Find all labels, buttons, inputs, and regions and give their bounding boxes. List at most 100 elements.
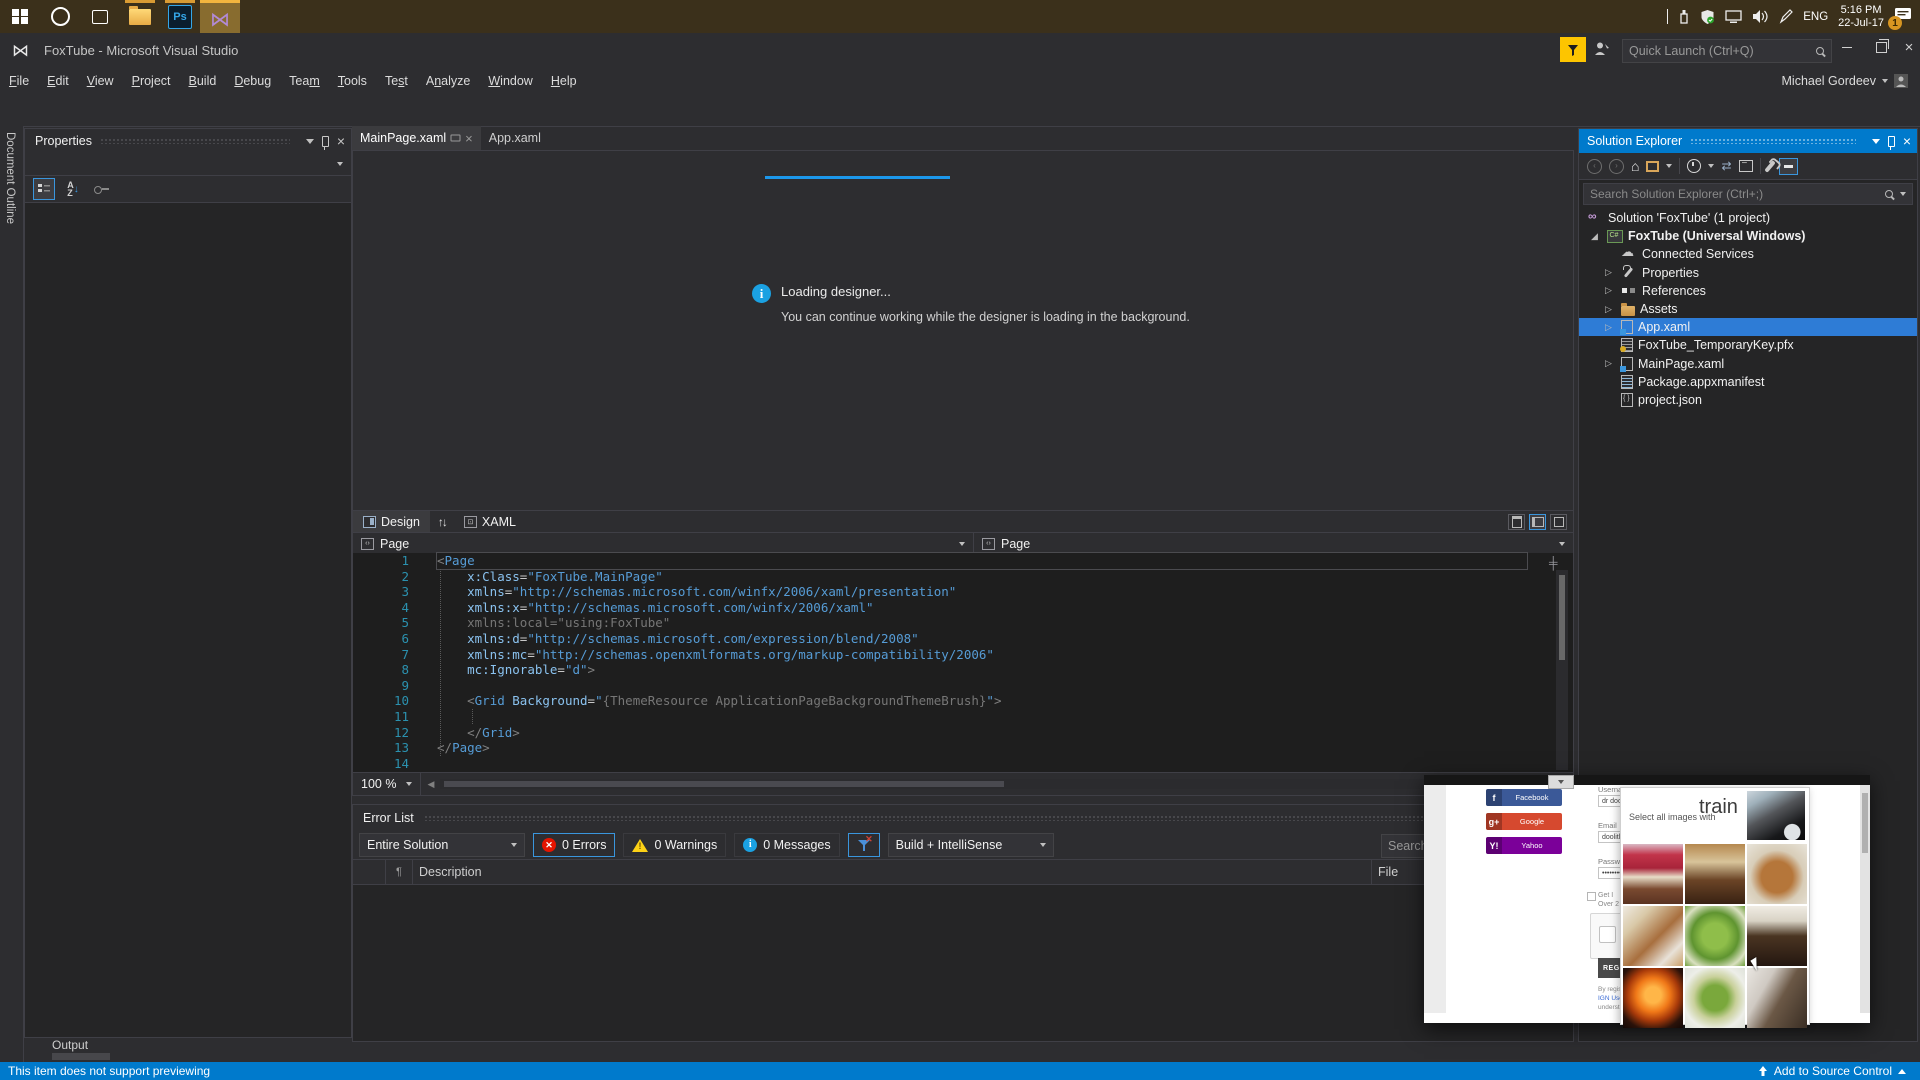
tree-item-foxtube-universal-windows[interactable]: ◢ FoxTube (Universal Windows) [1579,227,1917,245]
scroll-left-arrow[interactable]: ◀ [421,779,440,790]
home-button[interactable]: ⌂ [1631,159,1639,173]
tree-item-mainpage-xaml[interactable]: ▷ MainPage.xaml [1579,355,1917,373]
social-google-button[interactable]: g+ Google [1486,813,1562,830]
properties-object-dropdown[interactable] [25,153,351,176]
file-column-header[interactable]: File [1372,865,1398,879]
captcha-image-breakfast-plate[interactable] [1623,906,1683,966]
solution-explorer-search-input[interactable]: Search Solution Explorer (Ctrl+;) [1583,183,1913,205]
switch-views-button[interactable] [1646,160,1660,172]
language-indicator[interactable]: ENG [1803,11,1828,23]
breadcrumb-left[interactable]: ‹› Page [353,533,974,554]
zoom-level-dropdown[interactable]: 100 % [353,773,422,795]
defender-shield-icon[interactable] [1700,9,1715,25]
warnings-toggle[interactable]: 0 Warnings [623,833,727,857]
close-panel-button[interactable]: × [1903,133,1911,149]
scrollbar-thumb[interactable] [1862,793,1868,853]
close-icon[interactable]: × [465,132,473,145]
captcha-image-dessert-jar[interactable] [1685,844,1745,904]
photoshop-button[interactable]: Ps [160,0,200,33]
menu-view[interactable]: View [78,68,123,94]
tree-item-solution-foxtube-1-project[interactable]: Solution 'FoxTube' (1 project) [1579,209,1917,227]
file-explorer-button[interactable] [120,0,160,33]
start-button[interactable] [0,0,40,33]
categorized-view-button[interactable] [33,178,55,200]
tray-expand-button[interactable] [1667,8,1669,24]
social-yahoo-button[interactable]: Y! Yahoo [1486,837,1562,854]
property-pages-button[interactable] [91,179,111,199]
captcha-image-strawberry-cake[interactable] [1623,844,1683,904]
errors-toggle[interactable]: ✕ 0 Errors [533,833,616,857]
tree-item-package-appxmanifest[interactable]: Package.appxmanifest [1579,373,1917,391]
menu-tools[interactable]: Tools [329,68,376,94]
description-column-header[interactable]: Description [413,865,1371,879]
menu-project[interactable]: Project [123,68,180,94]
clock[interactable]: 5:16 PM 22-Jul-17 [1838,4,1884,30]
visual-studio-button[interactable]: ⋈ [200,0,240,36]
messages-toggle[interactable]: i 0 Messages [734,833,840,857]
document-outline-tab[interactable]: Document Outline [0,126,24,1062]
expand-pane-button[interactable] [1550,514,1567,530]
menu-file[interactable]: File [0,68,38,94]
expand-arrow-icon[interactable]: ◢ [1591,231,1607,242]
alphabetical-sort-button[interactable]: A Z ↓ [63,179,83,199]
scrollbar-thumb[interactable] [444,781,1005,787]
captcha-image-coffee-with-cookie[interactable] [1747,968,1807,1028]
expand-arrow-icon[interactable]: ▷ [1605,322,1621,333]
menu-debug[interactable]: Debug [225,68,280,94]
notification-flag-button[interactable] [1560,37,1586,62]
horizontal-split-button[interactable] [1529,514,1546,530]
menu-build[interactable]: Build [180,68,226,94]
output-panel-tab[interactable]: Output [52,1038,88,1052]
signed-in-user[interactable]: Michael Gordeev [1782,68,1908,94]
filter-button[interactable]: ✕ [847,833,880,857]
source-filter-dropdown[interactable]: Build + IntelliSense [887,833,1054,857]
captcha-image-green-salad[interactable] [1685,906,1745,966]
add-to-source-control-button[interactable]: Add to Source Control [1758,1064,1906,1078]
cortana-button[interactable] [40,0,80,33]
code-column[interactable]: ¶ [386,866,412,878]
pen-icon[interactable] [1779,9,1794,24]
sync-with-active-document-button[interactable]: ⇄ [1721,159,1731,173]
expand-arrow-icon[interactable]: ▷ [1605,285,1621,296]
window-position-button[interactable] [1871,138,1880,144]
usb-icon[interactable] [1678,9,1690,25]
restore-button[interactable] [1864,33,1898,62]
quick-launch-input[interactable]: Quick Launch (Ctrl+Q) [1622,39,1832,63]
menu-edit[interactable]: Edit [38,68,78,94]
back-button[interactable]: ‹ [1587,158,1602,174]
pin-button[interactable] [1887,135,1895,150]
breadcrumb-right[interactable]: ‹› Page [974,533,1573,554]
captcha-image-pancake-stack[interactable] [1747,844,1807,904]
tab-design[interactable]: Design [353,511,430,533]
captcha-image-fire-bowl[interactable] [1623,968,1683,1028]
close-button[interactable]: × [1898,33,1920,62]
tree-item-connected-services[interactable]: Connected Services [1579,244,1917,263]
properties-button[interactable] [1763,159,1776,173]
feedback-person-icon[interactable] [1594,41,1610,59]
speaker-icon[interactable] [1752,9,1769,24]
floating-webpage-preview[interactable]: f Facebook g+ Google Y! Yahoo Userna dr dooli… [1424,775,1870,1028]
tree-item-references[interactable]: ▷ References [1579,282,1917,300]
action-center-button[interactable]: 1 [1888,7,1912,30]
recaptcha-checkbox[interactable] [1599,926,1616,943]
expand-arrow-icon[interactable]: ▷ [1605,358,1621,369]
pin-icon[interactable] [450,134,461,142]
scrollbar-thumb[interactable] [1559,575,1565,660]
network-display-icon[interactable] [1725,9,1742,24]
menu-window[interactable]: Window [479,68,541,94]
expand-arrow-icon[interactable]: ▷ [1605,267,1621,278]
menu-team[interactable]: Team [280,68,329,94]
collapse-all-button[interactable] [1738,158,1753,172]
swap-panes-button[interactable]: ↑↓ [430,515,454,529]
newsletter-checkbox[interactable] [1587,892,1596,901]
minimize-button[interactable] [1830,33,1864,62]
error-list-header[interactable]: Error List [353,805,1573,831]
expand-arrow-icon[interactable]: ▷ [1605,304,1621,315]
tree-item-foxtube-temporarykey-pfx[interactable]: FoxTube_TemporaryKey.pfx [1579,336,1917,354]
menu-test[interactable]: Test [376,68,417,94]
vertical-split-button[interactable] [1508,514,1525,530]
task-view-button[interactable] [80,0,120,33]
close-panel-button[interactable]: × [337,133,345,149]
tab-app-xaml[interactable]: App.xaml [481,126,549,150]
switch-views-dropdown[interactable] [1666,164,1673,168]
